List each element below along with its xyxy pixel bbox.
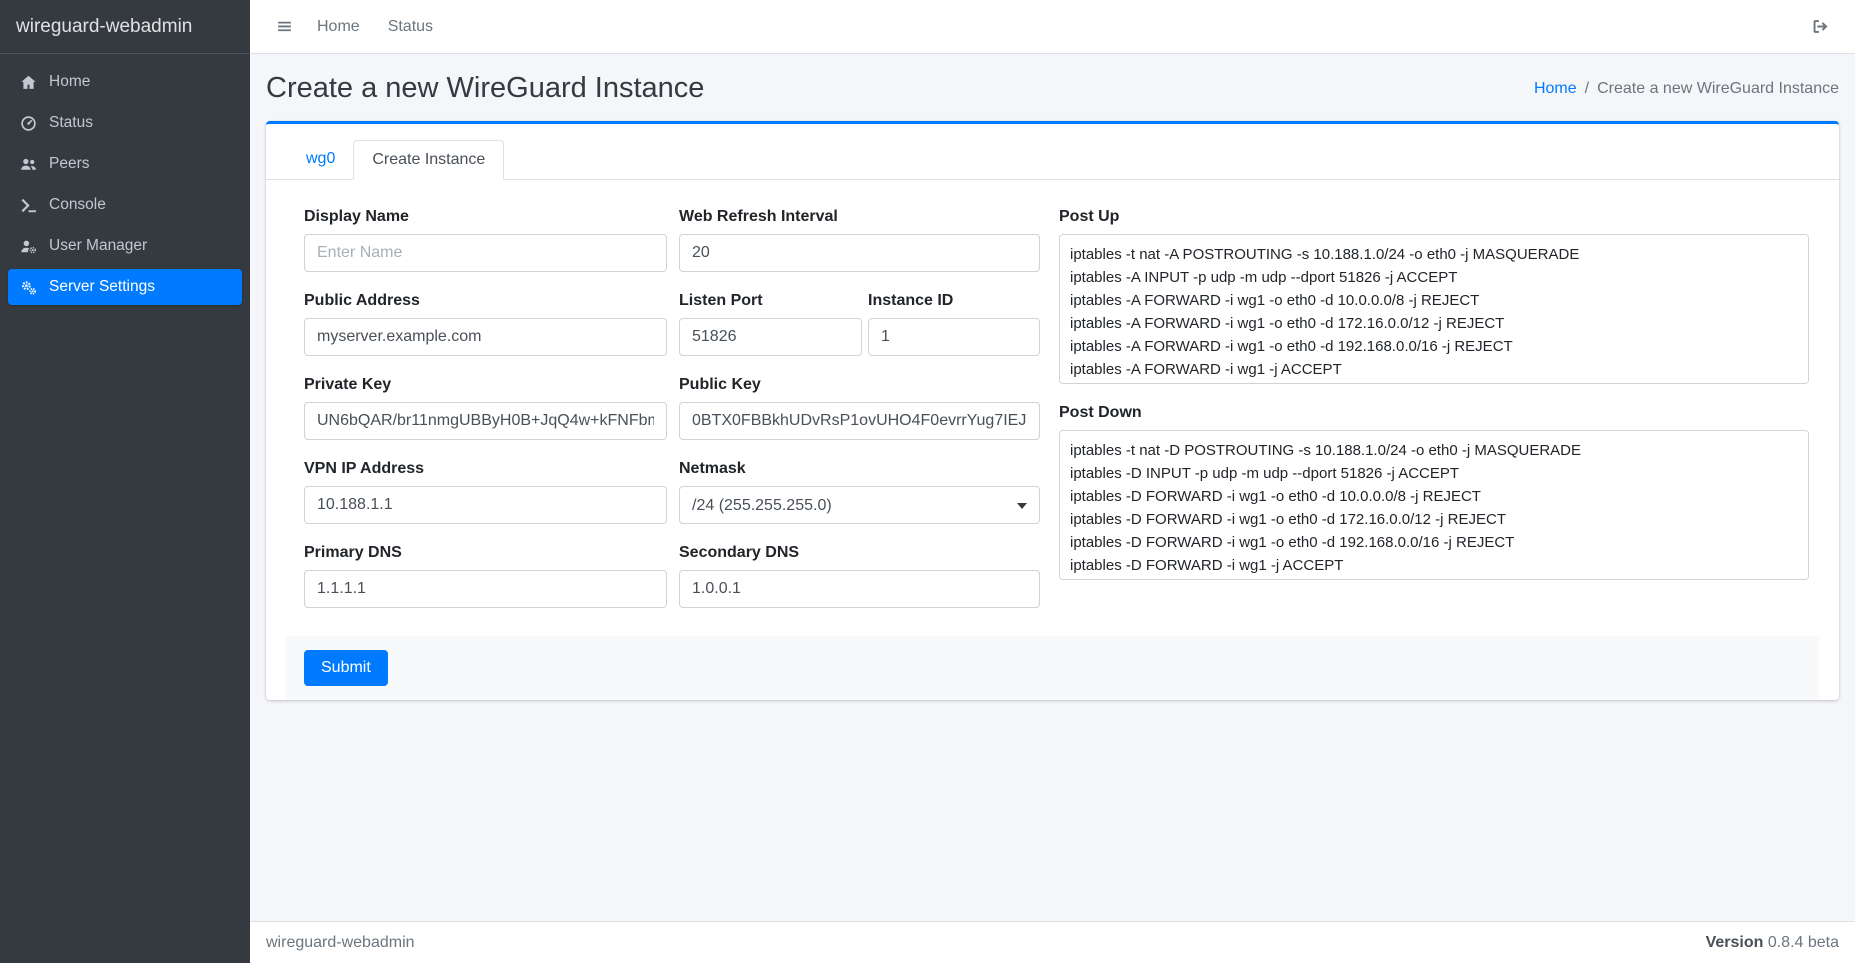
public-key-label: Public Key [679, 376, 1040, 394]
breadcrumb-separator: / [1585, 80, 1589, 98]
logout-icon [1812, 18, 1829, 35]
sidebar-item-peers[interactable]: Peers [8, 146, 242, 182]
sidebar-item-user-manager[interactable]: User Manager [8, 228, 242, 264]
sidebar-item-label: User Manager [49, 237, 147, 255]
post-down-textarea[interactable]: iptables -t nat -D POSTROUTING -s 10.188… [1059, 430, 1809, 580]
version-label: Version [1706, 934, 1764, 951]
private-key-label: Private Key [304, 376, 667, 394]
public-key-field[interactable] [679, 402, 1040, 440]
sidebar-toggle-button[interactable] [266, 10, 303, 43]
app-root: wireguard-webadmin Home Status Peers [0, 0, 1855, 963]
sidebar-item-label: Peers [49, 155, 90, 173]
sidebar: wireguard-webadmin Home Status Peers [0, 0, 250, 963]
instance-form: Display Name Public Address Private Key [266, 180, 1839, 628]
vpn-ip-label: VPN IP Address [304, 460, 667, 478]
sidebar-item-label: Home [49, 73, 90, 91]
post-down-label: Post Down [1059, 404, 1809, 422]
instance-card: wg0 Create Instance Display Name Public … [266, 121, 1839, 700]
home-icon [16, 74, 40, 91]
sidebar-item-label: Server Settings [49, 278, 155, 296]
web-refresh-interval-field[interactable] [679, 234, 1040, 272]
listen-port-label: Listen Port [679, 292, 862, 310]
instance-id-label: Instance ID [868, 292, 1040, 310]
tab-create-instance[interactable]: Create Instance [353, 140, 504, 180]
version-text: Version 0.8.4 beta [1706, 934, 1839, 952]
form-actions: Submit [286, 636, 1819, 700]
sidebar-item-label: Console [49, 196, 106, 214]
console-icon [16, 197, 40, 214]
topnav-link-status[interactable]: Status [374, 10, 447, 44]
netmask-label: Netmask [679, 460, 1040, 478]
sidebar-item-console[interactable]: Console [8, 187, 242, 223]
sidebar-item-status[interactable]: Status [8, 105, 242, 141]
port-id-row: Listen Port Instance ID [679, 292, 1040, 376]
version-value: 0.8.4 beta [1768, 934, 1839, 951]
netmask-select[interactable]: /24 (255.255.255.0) [679, 486, 1040, 524]
listen-port-field[interactable] [679, 318, 862, 356]
breadcrumb-home-link[interactable]: Home [1534, 80, 1577, 98]
display-name-label: Display Name [304, 208, 667, 226]
post-up-textarea[interactable]: iptables -t nat -A POSTROUTING -s 10.188… [1059, 234, 1809, 384]
tab-wg0[interactable]: wg0 [288, 140, 353, 180]
page-title: Create a new WireGuard Instance [266, 72, 704, 105]
main-area: Home Status Create a new WireGuard Insta… [250, 0, 1855, 963]
private-key-field[interactable] [304, 402, 667, 440]
instance-tabs: wg0 Create Instance [266, 140, 1839, 180]
instance-id-field[interactable] [868, 318, 1040, 356]
secondary-dns-label: Secondary DNS [679, 544, 1040, 562]
primary-dns-label: Primary DNS [304, 544, 667, 562]
secondary-dns-field[interactable] [679, 570, 1040, 608]
brand[interactable]: wireguard-webadmin [0, 0, 250, 54]
primary-dns-field[interactable] [304, 570, 667, 608]
content-header: Create a new WireGuard Instance Home / C… [250, 54, 1855, 121]
breadcrumb-current: Create a new WireGuard Instance [1597, 80, 1839, 98]
content: Create a new WireGuard Instance Home / C… [250, 54, 1855, 921]
topnav-link-home[interactable]: Home [303, 10, 374, 44]
breadcrumb: Home / Create a new WireGuard Instance [1534, 80, 1839, 98]
form-column-middle: Web Refresh Interval Listen Port Instanc… [679, 208, 1040, 628]
hamburger-icon [276, 18, 293, 35]
footer-brand: wireguard-webadmin [266, 934, 415, 952]
public-address-field[interactable] [304, 318, 667, 356]
logout-button[interactable] [1802, 10, 1839, 43]
peers-icon [16, 156, 40, 173]
server-settings-icon [16, 279, 40, 296]
web-refresh-interval-label: Web Refresh Interval [679, 208, 1040, 226]
sidebar-item-server-settings[interactable]: Server Settings [8, 269, 242, 305]
vpn-ip-field[interactable] [304, 486, 667, 524]
sidebar-menu: Home Status Peers Console [0, 54, 250, 320]
top-navbar: Home Status [250, 0, 1855, 54]
status-icon [16, 115, 40, 132]
main-footer: wireguard-webadmin Version 0.8.4 beta [250, 921, 1855, 963]
user-manager-icon [16, 238, 40, 255]
submit-button[interactable]: Submit [304, 650, 388, 686]
public-address-label: Public Address [304, 292, 667, 310]
content-body: wg0 Create Instance Display Name Public … [250, 121, 1855, 700]
display-name-field[interactable] [304, 234, 667, 272]
form-column-right: Post Up iptables -t nat -A POSTROUTING -… [1059, 208, 1809, 628]
form-column-left: Display Name Public Address Private Key [304, 208, 667, 628]
post-up-label: Post Up [1059, 208, 1809, 226]
sidebar-item-label: Status [49, 114, 93, 132]
sidebar-item-home[interactable]: Home [8, 64, 242, 100]
